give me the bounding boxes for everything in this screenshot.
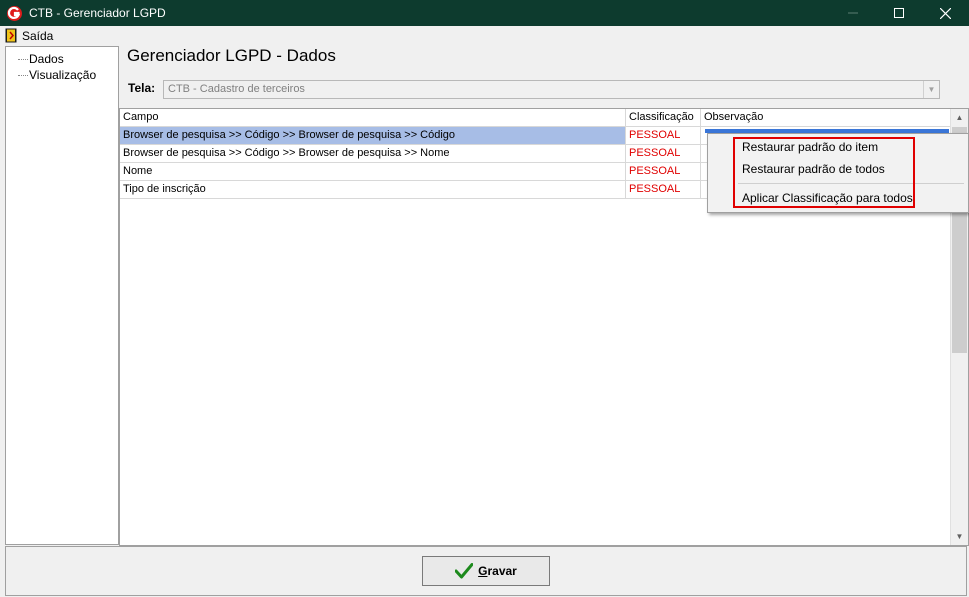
- scroll-down-icon[interactable]: ▼: [951, 528, 968, 545]
- title-bar: CTB - Gerenciador LGPD: [0, 0, 969, 26]
- cell-classificacao[interactable]: PESSOAL: [626, 145, 701, 162]
- cell-classificacao[interactable]: PESSOAL: [626, 163, 701, 180]
- cell-campo[interactable]: Nome: [120, 163, 626, 180]
- save-button[interactable]: Gravar: [422, 556, 550, 586]
- screen-label: Tela:: [128, 81, 156, 95]
- cell-classificacao[interactable]: PESSOAL: [626, 181, 701, 198]
- navigation-tree: Dados Visualização: [5, 46, 119, 545]
- app-logo-icon: [7, 6, 22, 21]
- maximize-button[interactable]: [876, 0, 922, 26]
- column-header-classificacao[interactable]: Classificação: [626, 109, 701, 126]
- highlight-box: [733, 137, 915, 208]
- exit-door-icon: [5, 28, 17, 43]
- menu-exit-label: Saída: [22, 28, 54, 43]
- column-header-observacao[interactable]: Observação: [701, 109, 950, 126]
- tree-item-dados[interactable]: Dados: [6, 51, 116, 67]
- chevron-down-icon[interactable]: ▼: [923, 81, 939, 98]
- page-title: Gerenciador LGPD - Dados: [127, 46, 336, 65]
- tree-item-visualizacao[interactable]: Visualização: [6, 67, 116, 83]
- scroll-up-icon[interactable]: ▲: [951, 109, 968, 126]
- cell-campo[interactable]: Browser de pesquisa >> Código >> Browser…: [120, 127, 626, 144]
- menu-exit[interactable]: Saída: [5, 27, 53, 44]
- screen-select-value: CTB - Cadastro de terceiros: [168, 83, 305, 95]
- column-header-campo[interactable]: Campo: [120, 109, 626, 126]
- tree-connector: [18, 75, 28, 76]
- checkmark-icon: [455, 563, 474, 579]
- save-button-label: Gravar: [478, 564, 517, 578]
- close-button[interactable]: [922, 0, 968, 26]
- tree-item-label: Visualização: [29, 68, 97, 82]
- context-menu: Restaurar padrão do item Restaurar padrã…: [707, 133, 969, 213]
- minimize-icon: [848, 12, 858, 14]
- grid-header: Campo Classificação Observação: [120, 109, 950, 127]
- minimize-button[interactable]: [830, 0, 876, 26]
- window-title: CTB - Gerenciador LGPD: [29, 6, 166, 20]
- screen-select[interactable]: CTB - Cadastro de terceiros ▼: [163, 80, 940, 99]
- tree-connector: [18, 59, 28, 60]
- cell-campo[interactable]: Tipo de inscrição: [120, 181, 626, 198]
- close-icon: [939, 7, 951, 19]
- tree-item-label: Dados: [29, 52, 64, 66]
- footer-panel: Gravar: [5, 546, 967, 596]
- cell-classificacao[interactable]: PESSOAL: [626, 127, 701, 144]
- cell-campo[interactable]: Browser de pesquisa >> Código >> Browser…: [120, 145, 626, 162]
- menu-bar: Saída: [0, 26, 969, 45]
- maximize-icon: [894, 8, 904, 18]
